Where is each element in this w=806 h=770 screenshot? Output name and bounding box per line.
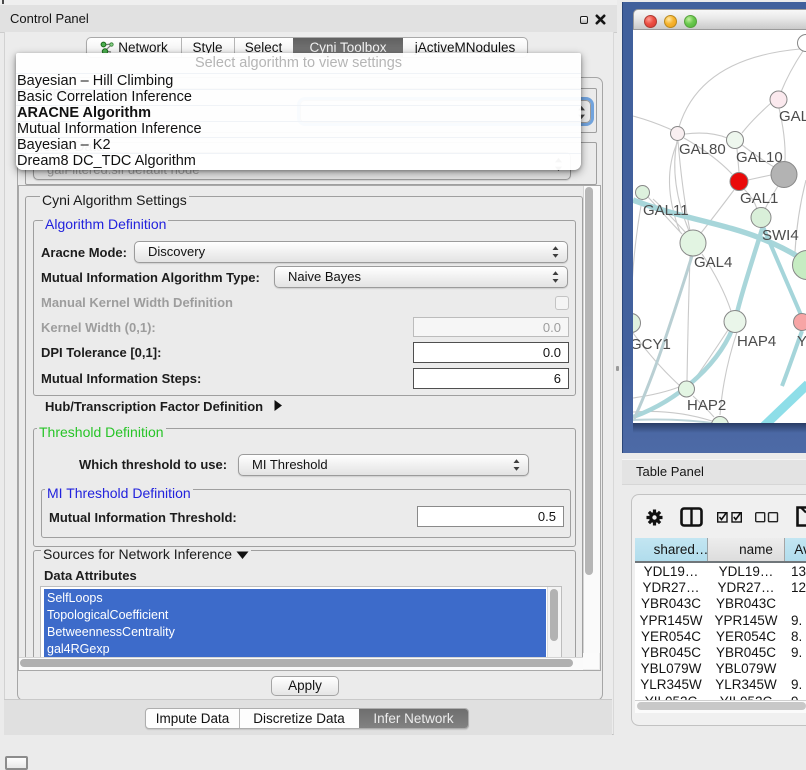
svg-text:HAP4: HAP4 — [737, 333, 776, 350]
svg-text:HAP2: HAP2 — [687, 397, 726, 414]
svg-text:GAL: GAL — [779, 108, 806, 125]
svg-text:SWI4: SWI4 — [762, 227, 799, 244]
svg-text:GAL11: GAL11 — [643, 202, 689, 219]
svg-text:GAL80: GAL80 — [679, 141, 726, 158]
svg-text:GAL4: GAL4 — [694, 254, 732, 271]
svg-text:GAL1: GAL1 — [740, 190, 778, 207]
svg-text:GAL10: GAL10 — [736, 149, 783, 166]
svg-text:Y: Y — [797, 333, 806, 350]
svg-text:GCY1: GCY1 — [633, 336, 671, 353]
